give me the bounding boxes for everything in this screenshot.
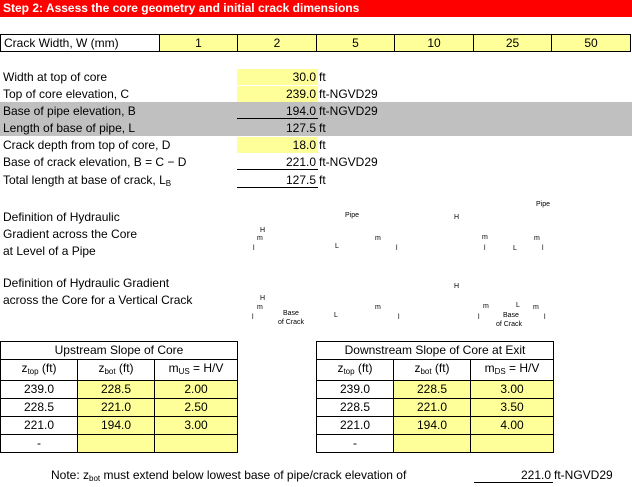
geometry-label-base-pipe: Base of pipe elevation, B [3,104,136,118]
upstream-m-cell[interactable]: 2.50 [154,398,238,417]
downstream-ztop-cell: - [316,434,394,453]
downstream-zbot-cell[interactable]: 194.0 [393,416,471,435]
table-row: 221.0 194.0 3.00 [0,416,238,435]
downstream-ztop-cell: 239.0 [316,380,394,399]
geometry-label-width: Width at top of core [3,70,108,84]
downstream-m-cell[interactable] [470,434,554,453]
table-row: 228.5 221.0 2.50 [0,398,238,417]
upstream-ztop-cell: 239.0 [0,380,78,399]
upstream-header-zbot: zbot (ft) [77,359,155,381]
geometry-label-crack-depth: Crack depth from top of core, D [3,138,171,152]
geometry-unit-base-pipe: ft-NGVD29 [319,104,378,118]
upstream-ztop-cell: 228.5 [0,398,78,417]
downstream-ztop-cell: 228.5 [316,398,394,417]
geometry-label-total-length: Total length at base of crack, LB [3,173,172,188]
geometry-unit-top-elev: ft-NGVD29 [319,87,378,101]
table-row: 221.0 194.0 4.00 [316,416,554,435]
definition-crack-text: Definition of Hydraulic Gradient across … [3,276,193,307]
geometry-label-base-crack: Base of crack elevation, B = C − D [3,155,187,169]
note-value: 221.0 [474,467,553,483]
upstream-header-m: mUS = H/V [154,359,238,381]
note-unit: ft-NGVD29 [554,468,613,482]
upstream-title: Upstream Slope of Core [0,341,238,360]
upstream-header-ztop: ztop (ft) [0,359,78,381]
crack-width-cell-4[interactable]: 10 [395,34,474,52]
downstream-title: Downstream Slope of Core at Exit [316,341,554,360]
crack-diagram: H H m m m m L l L l l l Base of Crack Ba… [252,283,546,328]
upstream-zbot-cell[interactable] [77,434,155,453]
definition-pipe-text: Definition of Hydraulic Gradient across … [3,210,138,258]
geometry-value-base-pipe: 194.0 [237,103,318,119]
crack-width-cell-1[interactable]: 1 [160,34,238,52]
geometry-value-crack-depth[interactable]: 18.0 [237,137,318,153]
downstream-zbot-cell[interactable]: 228.5 [393,380,471,399]
geometry-value-width[interactable]: 30.0 [237,69,318,85]
downstream-ztop-cell: 221.0 [316,416,394,435]
geometry-value-length-pipe: 127.5 [285,121,316,135]
geometry-value-top-elev[interactable]: 239.0 [237,86,318,102]
upstream-zbot-cell[interactable]: 194.0 [77,416,155,435]
downstream-m-cell[interactable]: 3.50 [470,398,554,417]
crack-width-label: Crack Width, W (mm) [0,34,160,52]
upstream-m-cell[interactable] [154,434,238,453]
downstream-m-cell[interactable]: 4.00 [470,416,554,435]
downstream-header-zbot: zbot (ft) [393,359,471,381]
upstream-ztop-cell: - [0,434,78,453]
upstream-m-cell[interactable]: 2.00 [154,380,238,399]
upstream-zbot-cell[interactable]: 221.0 [77,398,155,417]
downstream-zbot-cell[interactable]: 221.0 [393,398,471,417]
geometry-unit-width: ft [319,70,326,84]
crack-width-cell-2[interactable]: 2 [238,34,317,52]
downstream-header-ztop: ztop (ft) [316,359,394,381]
step-banner: Step 2: Assess the core geometry and ini… [0,0,632,17]
downstream-zbot-cell[interactable] [393,434,471,453]
geometry-label-top-elev: Top of core elevation, C [3,87,130,101]
upstream-slope-table: Upstream Slope of Core ztop (ft) zbot (f… [0,341,238,453]
crack-width-cell-3[interactable]: 5 [317,34,395,52]
upstream-zbot-cell[interactable]: 228.5 [77,380,155,399]
geometry-unit-length-pipe: ft [319,121,326,135]
table-row: 228.5 221.0 3.50 [316,398,554,417]
geometry-label-length-pipe: Length of base of pipe, L [3,121,136,135]
geometry-value-base-crack: 221.0 [237,154,318,170]
geometry-unit-crack-depth: ft [319,138,326,152]
note-text: Note: zbot must extend below lowest base… [51,468,407,483]
crack-width-cell-5[interactable]: 25 [474,34,552,52]
upstream-ztop-cell: 221.0 [0,416,78,435]
table-row: 239.0 228.5 3.00 [316,380,554,399]
downstream-slope-table: Downstream Slope of Core at Exit ztop (f… [316,341,554,453]
geometry-unit-base-crack: ft-NGVD29 [319,155,378,169]
geometry-value-total-length: 127.5 [237,172,318,188]
table-row: - [0,434,238,453]
table-row: - [316,434,554,453]
downstream-m-cell[interactable]: 3.00 [470,380,554,399]
downstream-header-m: mDS = H/V [470,359,554,381]
geometry-unit-total-length: ft [319,173,326,187]
table-row: 239.0 228.5 2.00 [0,380,238,399]
pipe-diagram: Pipe Pipe H H m m m m l L l l L l [253,201,551,252]
crack-width-cell-6[interactable]: 50 [552,34,631,52]
upstream-m-cell[interactable]: 3.00 [154,416,238,435]
